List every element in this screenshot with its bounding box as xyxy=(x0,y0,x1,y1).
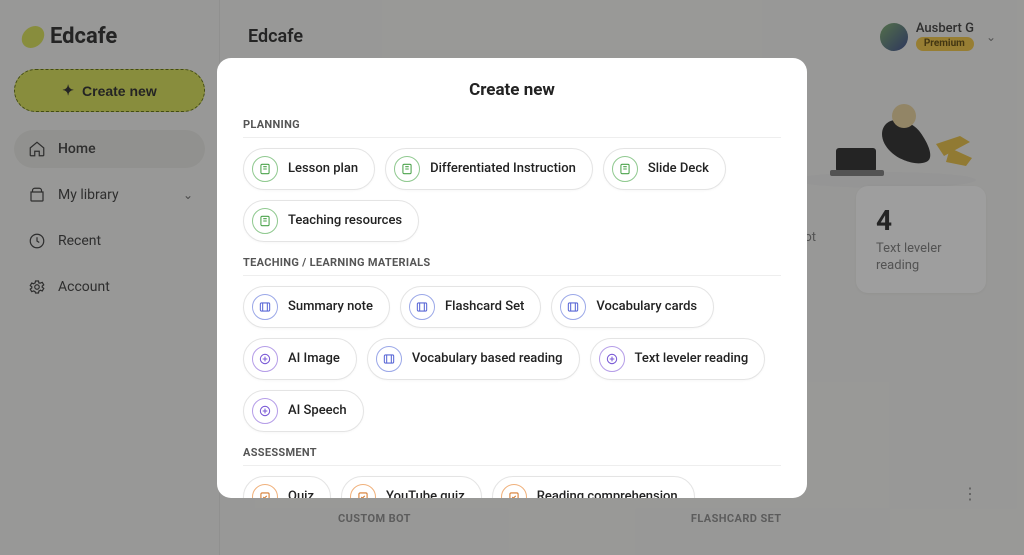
pill-lesson-plan[interactable]: Lesson plan xyxy=(243,148,375,190)
pill-label: YouTube quiz xyxy=(386,489,465,498)
pill-flashcard-set[interactable]: Flashcard Set xyxy=(400,286,541,328)
pill-label: Slide Deck xyxy=(648,161,709,176)
pill-text-leveler-reading[interactable]: Text leveler reading xyxy=(590,338,766,380)
pill-teaching-resources[interactable]: Teaching resources xyxy=(243,200,419,242)
pill-label: Flashcard Set xyxy=(445,299,524,314)
modal-sections: PLANNING Lesson plan Differentiated Instru… xyxy=(243,118,781,498)
pill-label: Differentiated Instruction xyxy=(430,161,576,176)
pill-label: Quiz xyxy=(288,489,314,498)
modal-pill-row: Quiz YouTube quiz Reading comprehension xyxy=(243,476,781,498)
differentiated-instruction-icon xyxy=(394,156,420,182)
pill-differentiated-instruction[interactable]: Differentiated Instruction xyxy=(385,148,593,190)
pill-ai-speech[interactable]: AI Speech xyxy=(243,390,364,432)
app-root: Edcafe ✦ Create new Home My library ⌄ Re… xyxy=(0,0,1024,555)
create-new-modal: Create new PLANNING Lesson plan Differenti… xyxy=(217,58,807,498)
pill-ai-image[interactable]: AI Image xyxy=(243,338,357,380)
pill-vocabulary-cards[interactable]: Vocabulary cards xyxy=(551,286,714,328)
pill-label: Text leveler reading xyxy=(635,351,749,366)
ai-speech-icon xyxy=(252,398,278,424)
pill-summary-note[interactable]: Summary note xyxy=(243,286,390,328)
quiz-icon xyxy=(252,484,278,498)
slide-deck-icon xyxy=(612,156,638,182)
modal-section-heading: TEACHING / LEARNING MATERIALS xyxy=(243,256,781,276)
ai-image-icon xyxy=(252,346,278,372)
pill-reading-comprehension[interactable]: Reading comprehension xyxy=(492,476,695,498)
vocabulary-cards-icon xyxy=(560,294,586,320)
pill-label: Teaching resources xyxy=(288,213,402,228)
youtube-quiz-icon xyxy=(350,484,376,498)
reading-comprehension-icon xyxy=(501,484,527,498)
pill-vocabulary-based-reading[interactable]: Vocabulary based reading xyxy=(367,338,580,380)
summary-note-icon xyxy=(252,294,278,320)
pill-quiz[interactable]: Quiz xyxy=(243,476,331,498)
flashcard-set-icon xyxy=(409,294,435,320)
teaching-resources-icon xyxy=(252,208,278,234)
pill-label: Vocabulary based reading xyxy=(412,351,563,366)
modal-title: Create new xyxy=(243,80,781,100)
modal-section-heading: ASSESSMENT xyxy=(243,446,781,466)
pill-label: AI Speech xyxy=(288,403,347,418)
modal-overlay[interactable]: Create new PLANNING Lesson plan Differenti… xyxy=(0,0,1024,555)
pill-youtube-quiz[interactable]: YouTube quiz xyxy=(341,476,482,498)
lesson-plan-icon xyxy=(252,156,278,182)
text-leveler-reading-icon xyxy=(599,346,625,372)
vocabulary-based-reading-icon xyxy=(376,346,402,372)
pill-label: Lesson plan xyxy=(288,161,358,176)
pill-label: Vocabulary cards xyxy=(596,299,697,314)
modal-pill-row: Lesson plan Differentiated Instruction Sli… xyxy=(243,148,781,242)
pill-label: AI Image xyxy=(288,351,340,366)
modal-section-heading: PLANNING xyxy=(243,118,781,138)
modal-pill-row: Summary note Flashcard Set Vocabulary card… xyxy=(243,286,781,432)
pill-label: Summary note xyxy=(288,299,373,314)
pill-slide-deck[interactable]: Slide Deck xyxy=(603,148,726,190)
pill-label: Reading comprehension xyxy=(537,489,678,498)
